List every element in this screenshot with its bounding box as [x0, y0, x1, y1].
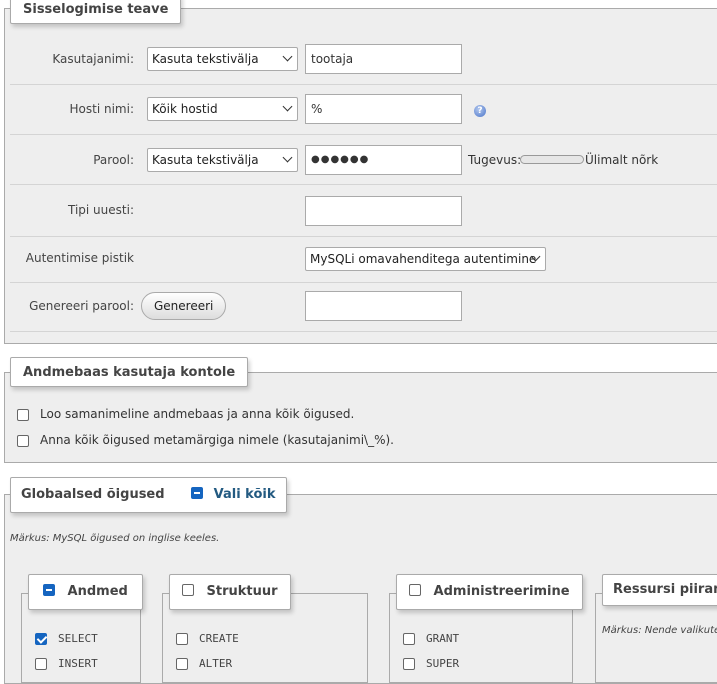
structure-group-title: Struktuur: [206, 584, 278, 599]
chevron-down-icon: [282, 152, 293, 163]
alter-privilege-checkbox[interactable]: [176, 658, 188, 670]
row-separator: [10, 236, 717, 237]
data-group-checkbox[interactable]: [43, 584, 55, 596]
retype-label: Tipi uuesti:: [68, 203, 134, 217]
privileges-note: Märkus: MySQL õigused on inglise keeles.: [10, 533, 220, 544]
data-group-legend: Andmed: [28, 574, 143, 610]
retype-input[interactable]: [305, 196, 462, 226]
resources-group-legend: Ressursi piirangud: [602, 574, 717, 606]
select-privilege-checkbox[interactable]: [35, 633, 47, 645]
help-icon[interactable]: ?: [474, 105, 486, 117]
row-separator: [10, 331, 717, 332]
auth-plugin-select[interactable]: MySQLi omavahenditega autentimine: [305, 247, 546, 271]
host-input[interactable]: %: [305, 94, 462, 124]
strength-label: Tugevus:: [468, 153, 522, 167]
structure-group-legend: Struktuur: [169, 574, 291, 610]
row-separator: [10, 134, 717, 135]
super-privilege-checkbox[interactable]: [403, 658, 415, 670]
database-legend: Andmebaas kasutaja kontole: [10, 357, 249, 387]
chevron-down-icon: [282, 101, 293, 112]
username-value: tootaja: [311, 52, 354, 66]
select-privilege-label: SELECT: [58, 632, 98, 645]
host-type-value: Kõik hostid: [152, 102, 218, 116]
password-value: ●●●●●●: [311, 154, 370, 165]
generate-button[interactable]: Genereeri: [141, 292, 227, 320]
username-label: Kasutajanimi:: [52, 52, 134, 66]
global-privileges-legend: Globaalsed õigused Vali kõik: [10, 477, 287, 513]
auth-plugin-value: MySQLi omavahenditega autentimine: [310, 252, 537, 266]
host-label: Hosti nimi:: [69, 102, 134, 116]
chevron-down-icon: [282, 51, 293, 62]
grant-privilege-checkbox[interactable]: [403, 633, 415, 645]
password-type-value: Kasuta tekstivälja: [152, 153, 259, 167]
admin-group-title: Administreerimine: [433, 584, 570, 599]
strength-text: Ülimalt nõrk: [585, 153, 659, 167]
password-input[interactable]: ●●●●●●: [305, 145, 462, 175]
resources-note: Märkus: Nende valikute: [602, 625, 717, 636]
wildcard-grant-checkbox[interactable]: [17, 435, 29, 447]
alter-privilege-label: ALTER: [199, 657, 233, 670]
select-all-checkbox[interactable]: [191, 487, 204, 499]
select-all-label[interactable]: Vali kõik: [214, 487, 276, 502]
username-type-select[interactable]: Kasuta tekstivälja: [147, 47, 298, 71]
login-legend: Sisselogimise teave: [10, 0, 182, 24]
global-privileges-title: Globaalsed õigused: [21, 487, 165, 502]
create-db-checkbox[interactable]: [17, 409, 29, 421]
row-separator: [10, 184, 717, 185]
row-separator: [10, 84, 717, 85]
create-db-label: Loo samanimeline andmebaas ja anna kõik …: [40, 407, 355, 421]
grant-privilege-label: GRANT: [426, 632, 460, 645]
auth-plugin-label: Autentimise pistik: [25, 251, 134, 265]
username-type-value: Kasuta tekstivälja: [152, 52, 259, 66]
data-group-title: Andmed: [67, 584, 128, 599]
super-privilege-label: SUPER: [426, 657, 460, 670]
host-value: %: [311, 102, 323, 116]
structure-group-checkbox[interactable]: [182, 584, 194, 596]
wildcard-grant-label: Anna kõik õigused metamärgiga nimele (ka…: [40, 433, 394, 447]
generate-label: Genereeri parool:: [29, 299, 134, 313]
row-separator: [10, 282, 717, 283]
strength-meter: [520, 155, 584, 164]
create-privilege-label: CREATE: [199, 632, 239, 645]
password-type-select[interactable]: Kasuta tekstivälja: [147, 148, 298, 172]
host-type-select[interactable]: Kõik hostid: [147, 97, 298, 121]
resources-group-fieldset: [595, 593, 717, 683]
create-privilege-checkbox[interactable]: [176, 633, 188, 645]
username-input[interactable]: tootaja: [305, 44, 462, 74]
insert-privilege-label: INSERT: [58, 657, 98, 670]
admin-group-legend: Administreerimine: [396, 574, 583, 610]
generated-password-input[interactable]: [305, 291, 462, 321]
password-label: Parool:: [93, 153, 134, 167]
admin-group-checkbox[interactable]: [409, 584, 421, 596]
insert-privilege-checkbox[interactable]: [35, 658, 47, 670]
